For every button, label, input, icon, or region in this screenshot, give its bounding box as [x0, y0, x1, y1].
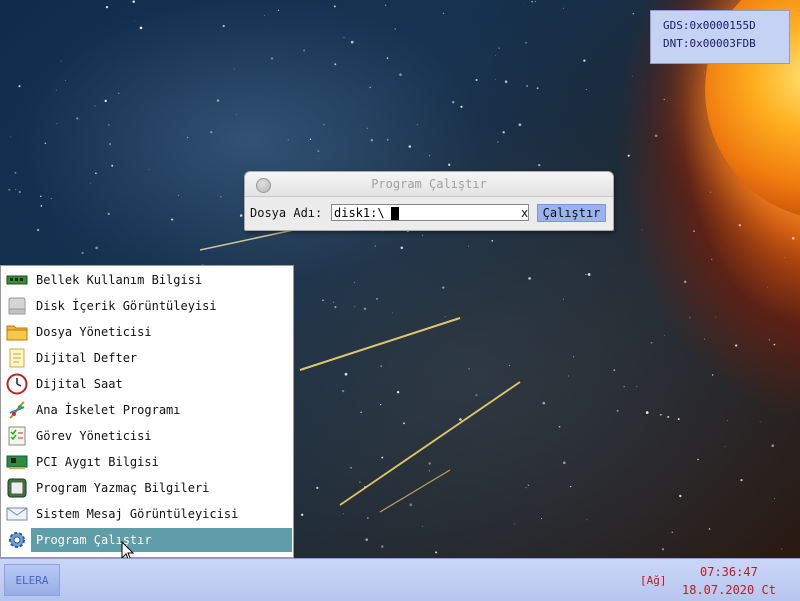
menu-item[interactable]: Disk İçerik Görüntüleyisi: [2, 294, 292, 318]
menu-item[interactable]: Program Çalıştır: [2, 528, 292, 552]
gear-icon: [6, 529, 28, 551]
filename-label: Dosya Adı:: [250, 206, 323, 220]
menu-item-label: Disk İçerik Görüntüleyisi: [36, 299, 217, 313]
filename-input[interactable]: [331, 204, 529, 221]
start-button[interactable]: ELERA: [4, 564, 60, 596]
clock-time: 07:36:47: [700, 565, 758, 579]
memory-icon: [6, 269, 28, 291]
dialog-title: Program Çalıştır: [371, 177, 487, 191]
menu-item-label: Bellek Kullanım Bilgisi: [36, 273, 203, 287]
system-info-panel: GDS:0x0000155D DNT:0x00003FDB: [650, 10, 790, 64]
menu-item-label: Görev Yöneticisi: [36, 429, 152, 443]
menu-item[interactable]: Dijital Saat: [2, 372, 292, 396]
envelope-icon: [6, 503, 28, 525]
menu-item[interactable]: Ana İskelet Programı: [2, 398, 292, 422]
dna-icon: [6, 399, 28, 421]
menu-item[interactable]: PCI Aygıt Bilgisi: [2, 450, 292, 474]
clock-icon: [6, 373, 28, 395]
menu-item-label: PCI Aygıt Bilgisi: [36, 455, 159, 469]
menu-item[interactable]: Dijital Defter: [2, 346, 292, 370]
text-cursor: [391, 207, 399, 220]
menu-item[interactable]: Dosya Yöneticisi: [2, 320, 292, 344]
menu-item[interactable]: Bellek Kullanım Bilgisi: [2, 268, 292, 292]
disk-icon: [6, 295, 28, 317]
taskbar: ELERA [Ağ] 07:36:47 18.07.2020 Ct: [0, 558, 800, 601]
run-button[interactable]: Çalıştır: [537, 204, 606, 222]
chip-icon: [6, 477, 28, 499]
gds-value: GDS:0x0000155D: [663, 19, 756, 32]
network-status[interactable]: [Ağ]: [640, 574, 667, 587]
notepad-icon: [6, 347, 28, 369]
folder-icon: [6, 321, 28, 343]
pci-card-icon: [6, 451, 28, 473]
start-menu: Bellek Kullanım Bilgisi Disk İçerik Görün…: [0, 265, 294, 558]
menu-item-label: Ana İskelet Programı: [36, 403, 181, 417]
run-program-dialog: Program Çalıştır Dosya Adı: x Çalıştır: [244, 171, 614, 231]
menu-item[interactable]: Program Yazmaç Bilgileri: [2, 476, 292, 500]
menu-item-label: Sistem Mesaj Görüntüleyicisi: [36, 507, 239, 521]
clock-date: 18.07.2020 Ct: [682, 583, 776, 597]
dnt-value: DNT:0x00003FDB: [663, 37, 756, 50]
menu-item[interactable]: Görev Yöneticisi: [2, 424, 292, 448]
task-list-icon: [6, 425, 28, 447]
menu-item-label: Dijital Defter: [36, 351, 138, 365]
dialog-titlebar[interactable]: Program Çalıştır: [245, 172, 613, 197]
menu-item-label: Program Yazmaç Bilgileri: [36, 481, 210, 495]
clear-input-button[interactable]: x: [521, 206, 528, 220]
menu-item[interactable]: Sistem Mesaj Görüntüleyicisi: [2, 502, 292, 526]
menu-item-label: Dijital Saat: [36, 377, 123, 391]
menu-item-label: Dosya Yöneticisi: [36, 325, 152, 339]
